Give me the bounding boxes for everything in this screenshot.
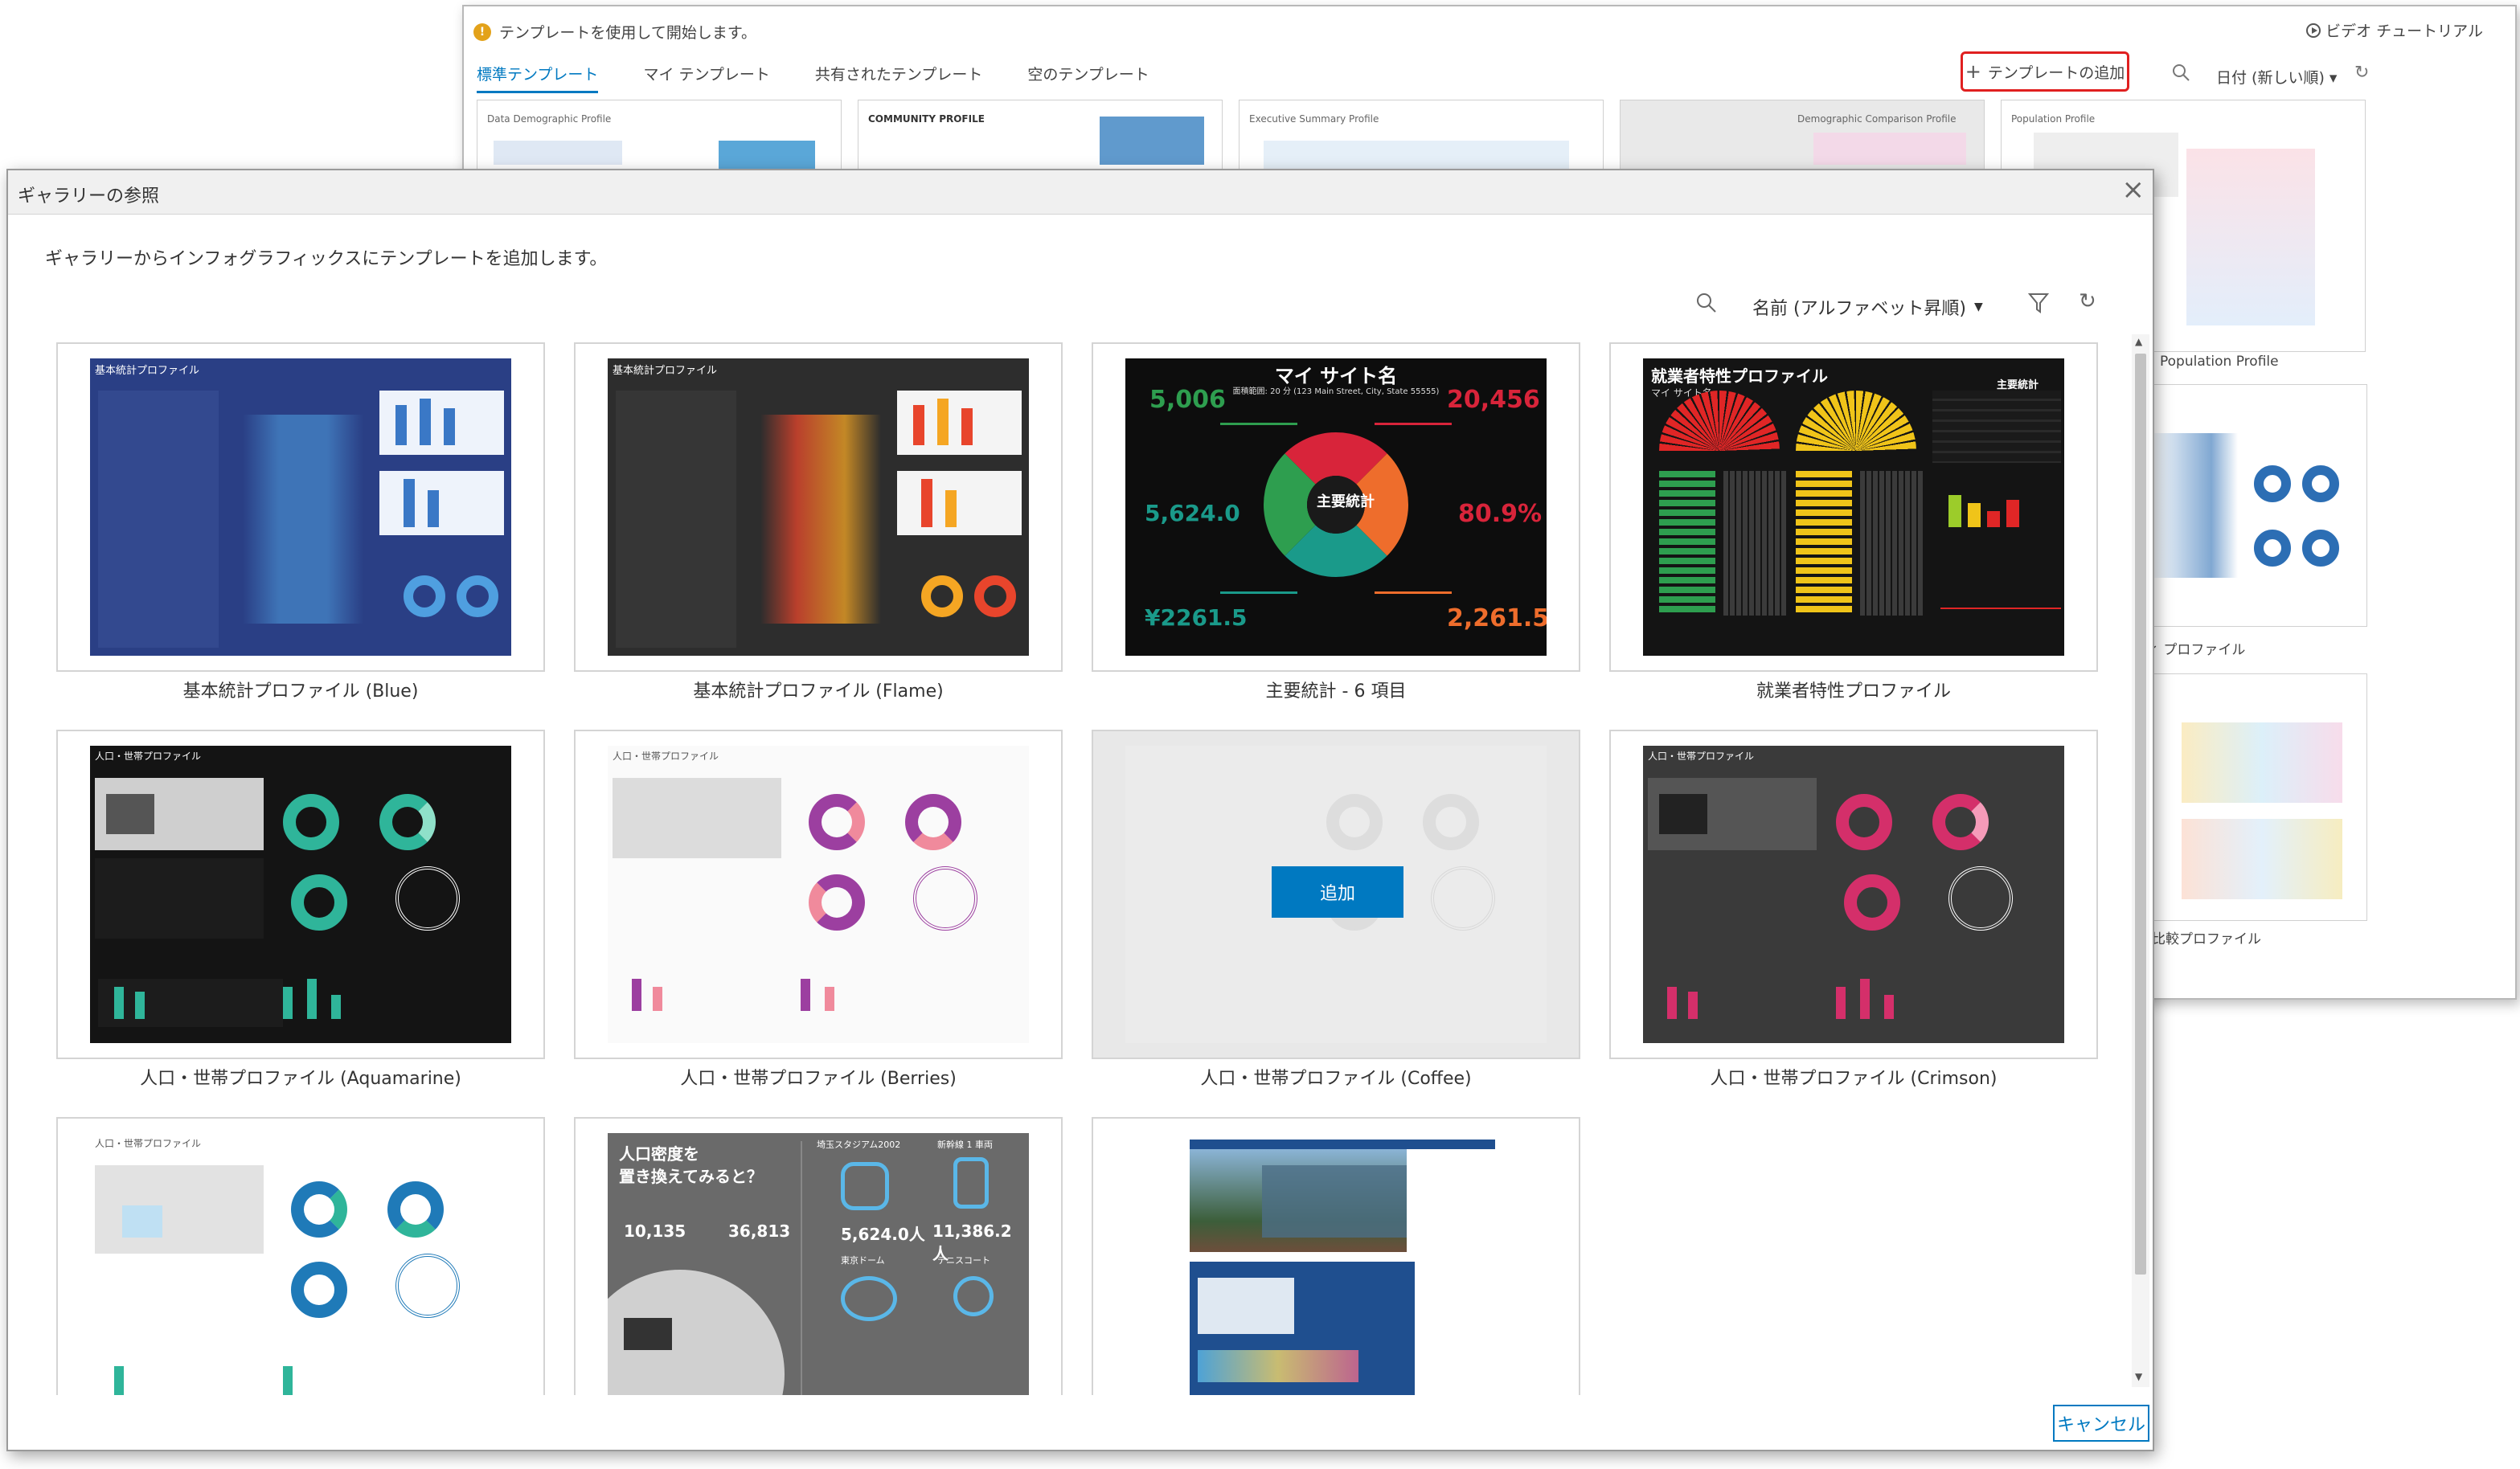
template-card-label: 人口・世帯プロファイル (Coffee): [1200, 1069, 1472, 1089]
template-card-label: 主要統計 - 6 項目: [1265, 681, 1407, 702]
template-card[interactable]: 基本統計プロファイル: [56, 342, 545, 672]
template-card[interactable]: 人口密度を 置き換えてみると？ 10,135 36,813 埼玉スタジアム200…: [574, 1117, 1063, 1395]
gallery-dialog: ギャラリーの参照 × ギャラリーからインフォグラフィックスにテンプレートを追加し…: [6, 169, 2154, 1451]
cancel-button[interactable]: キャンセル: [2053, 1405, 2149, 1442]
template-card[interactable]: 追加: [1092, 730, 1580, 1059]
start-hint: ! テンプレートを使用して開始します。: [473, 21, 756, 43]
template-card-label: 人口・世帯プロファイル (Crimson): [1710, 1069, 1998, 1089]
thumb-value: 2,261.5: [1447, 604, 1547, 632]
thumb-value: 5,006: [1149, 386, 1226, 414]
tab-my-templates[interactable]: マイ テンプレート: [643, 63, 769, 93]
add-template-button[interactable]: + テンプレートの追加: [1961, 51, 2129, 92]
thumb-value: 20,456: [1447, 386, 1540, 414]
sort-dropdown[interactable]: 名前 (アルファベット昇順) ▼: [1752, 294, 1983, 320]
template-card[interactable]: 人口・世帯プロファイル: [56, 1117, 545, 1395]
thumb-subtitle: 主要統計: [1997, 379, 2039, 391]
sort-label: 日付 (新しい順): [2216, 69, 2325, 87]
thumb-center-label: 主要統計: [1317, 493, 1375, 510]
thumb-value: 36,813: [728, 1221, 791, 1241]
template-card-label: 人口・世帯プロファイル (Berries): [680, 1069, 957, 1089]
scroll-up-icon[interactable]: ▲: [2135, 336, 2142, 347]
thumb-value: 5,624.0人: [841, 1225, 925, 1244]
template-card[interactable]: 基本統計プロファイル: [574, 342, 1063, 672]
thumb-title: 基本統計プロファイル: [95, 365, 200, 377]
template-thumbnail: [1125, 1133, 1547, 1395]
template-caption: Population Profile: [2160, 354, 2279, 370]
template-thumbnail: 人口・世帯プロファイル: [90, 1133, 511, 1395]
template-thumbnail: 基本統計プロファイル: [608, 358, 1029, 656]
tab-blank-templates[interactable]: 空のテンプレート: [1027, 63, 1149, 93]
dialog-description: ギャラリーからインフォグラフィックスにテンプレートを追加します。: [45, 249, 608, 269]
thumb-title: 人口・世帯プロファイル: [613, 751, 719, 762]
search-icon[interactable]: [1694, 291, 1719, 315]
add-template-button[interactable]: 追加: [1272, 866, 1403, 918]
template-thumb-title: Demographic Comparison Profile: [1797, 113, 1957, 125]
template-thumbnail: 人口・世帯プロファイル: [608, 746, 1029, 1043]
scroll-down-icon[interactable]: ▼: [2135, 1371, 2142, 1382]
template-thumb-title: COMMUNITY PROFILE: [868, 113, 985, 125]
template-thumb[interactable]: [2133, 673, 2367, 921]
thumb-title: 人口・世帯プロファイル: [1648, 751, 1755, 762]
refresh-icon[interactable]: ↻: [2079, 289, 2096, 313]
template-card[interactable]: [1092, 1117, 1580, 1395]
template-thumb-title: Data Demographic Profile: [487, 113, 612, 125]
play-icon: [2306, 23, 2321, 38]
tab-shared-templates[interactable]: 共有されたテンプレート: [815, 63, 982, 93]
scrollbar-thumb[interactable]: [2135, 354, 2146, 1275]
template-tabs: 標準テンプレート マイ テンプレート 共有されたテンプレート 空のテンプレート: [477, 63, 1149, 93]
thumb-value: 80.9%: [1458, 500, 1543, 528]
tab-standard-templates[interactable]: 標準テンプレート: [477, 63, 599, 93]
thumb-value: 5,624.0: [1145, 500, 1240, 526]
thumb-label: 埼玉スタジアム2002: [817, 1140, 901, 1150]
chevron-down-icon: ▾: [2329, 69, 2338, 87]
template-thumbnail: 人口・世帯プロファイル: [1643, 746, 2064, 1043]
template-thumbnail: 基本統計プロファイル: [90, 358, 511, 656]
thumb-value: ¥2261.5: [1145, 604, 1248, 631]
search-icon[interactable]: [2171, 63, 2192, 84]
close-icon[interactable]: ×: [2122, 174, 2145, 206]
plus-icon: +: [1965, 60, 1981, 83]
template-thumb-title: Executive Summary Profile: [1249, 113, 1379, 125]
thumb-title: 就業者特性プロファイル: [1651, 366, 1828, 386]
chevron-down-icon: ▼: [1973, 301, 1983, 313]
template-card[interactable]: 人口・世帯プロファイル: [1609, 730, 2098, 1059]
template-card-label: 就業者特性プロファイル: [1756, 681, 1951, 702]
template-card-label: 人口・世帯プロファイル (Aquamarine): [140, 1069, 461, 1089]
template-card-label: 基本統計プロファイル (Blue): [182, 681, 419, 702]
sort-dropdown[interactable]: 日付 (新しい順) ▾: [2216, 66, 2337, 88]
video-tutorial-label: ビデオ チュートリアル: [2325, 23, 2483, 40]
template-thumb[interactable]: [2133, 384, 2367, 627]
template-card[interactable]: 就業者特性プロファイル マイ サイト名 主要統計: [1609, 342, 2098, 672]
thumb-title: 置き換えてみると？: [619, 1167, 763, 1186]
info-badge-icon: !: [473, 23, 491, 41]
thumb-label: テニスコート: [937, 1255, 990, 1266]
thumb-title: 人口密度を: [619, 1144, 699, 1164]
thumb-title: 人口・世帯プロファイル: [95, 1138, 202, 1149]
thumb-label: 新幹線 1 車両: [937, 1140, 993, 1150]
filter-icon[interactable]: [2027, 291, 2050, 315]
template-caption: 比較プロファイル: [2152, 931, 2261, 947]
thumb-title: 基本統計プロファイル: [613, 365, 718, 377]
thumb-title: 人口・世帯プロファイル: [95, 751, 202, 762]
template-thumbnail: 就業者特性プロファイル マイ サイト名 主要統計: [1643, 358, 2064, 656]
template-card[interactable]: マイ サイト名 面積範囲: 20 分 (123 Main Street, Cit…: [1092, 342, 1580, 672]
template-card[interactable]: 人口・世帯プロファイル: [574, 730, 1063, 1059]
add-template-label: テンプレートの追加: [1987, 63, 2125, 82]
start-hint-text: テンプレートを使用して開始します。: [499, 24, 756, 42]
template-gallery: 基本統計プロファイル 基本統計プロファイル (Blue) 基本統計プロファイル: [56, 342, 2114, 1395]
dialog-titlebar: ギャラリーの参照 ×: [8, 170, 2153, 215]
video-tutorial-link[interactable]: ビデオ チュートリアル: [2306, 19, 2483, 41]
template-thumbnail: 人口・世帯プロファイル: [90, 746, 511, 1043]
template-thumb-title: Population Profile: [2011, 113, 2096, 125]
thumb-label: 東京ドーム: [841, 1255, 885, 1266]
template-thumbnail: 人口密度を 置き換えてみると？ 10,135 36,813 埼玉スタジアム200…: [608, 1133, 1029, 1395]
template-card-label: 基本統計プロファイル (Flame): [693, 681, 944, 702]
template-thumbnail: マイ サイト名 面積範囲: 20 分 (123 Main Street, Cit…: [1125, 358, 1547, 656]
sort-label: 名前 (アルファベット昇順): [1752, 299, 1966, 319]
thumb-value: 10,135: [624, 1221, 686, 1241]
template-card[interactable]: 人口・世帯プロファイル: [56, 730, 545, 1059]
dialog-title: ギャラリーの参照: [18, 186, 160, 207]
refresh-icon[interactable]: ↻: [2354, 63, 2369, 83]
